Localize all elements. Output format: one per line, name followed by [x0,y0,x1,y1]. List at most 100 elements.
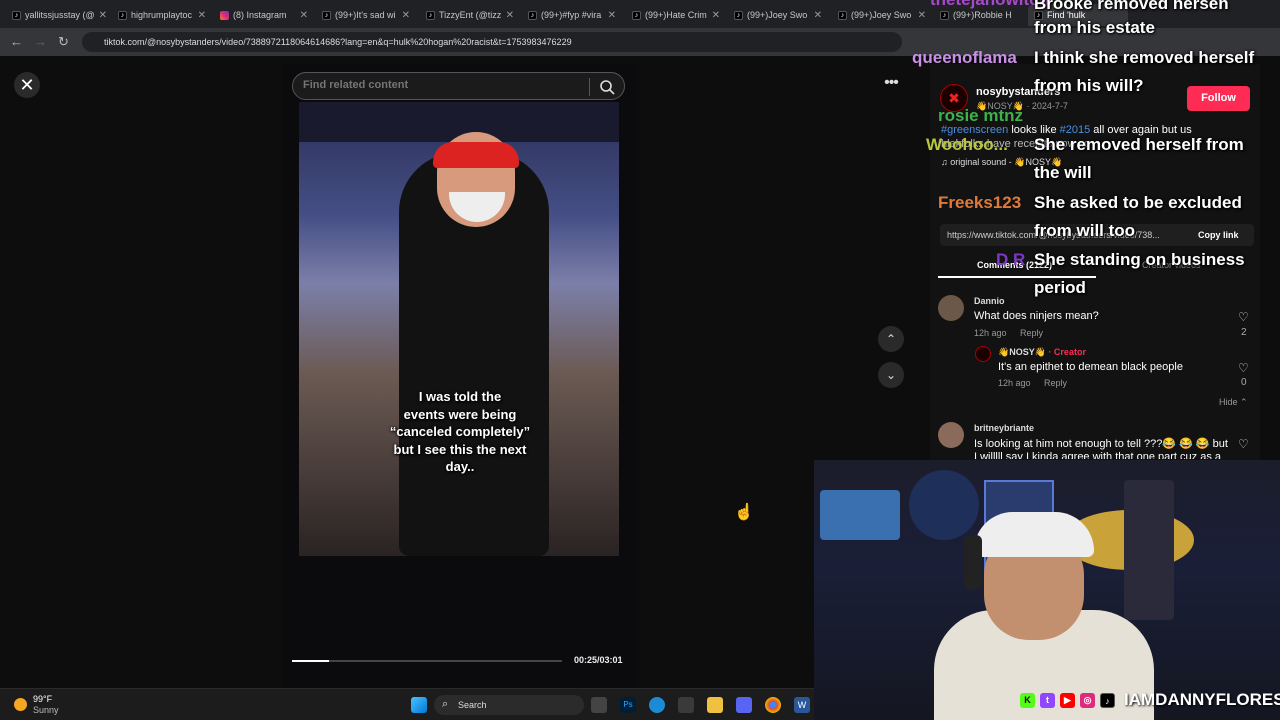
comment-username[interactable]: 👋NOSY👋 [998,347,1046,357]
close-tab-icon[interactable]: ✕ [506,10,514,21]
hide-replies-button[interactable]: Hide ⌃ [1219,397,1248,408]
browser-tab[interactable]: ♪ (99+)#fyp #vira ✕ [522,4,622,26]
wall-clock [909,470,979,540]
chat-message: She removed herself from [1034,135,1244,154]
close-tab-icon[interactable]: ✕ [402,10,410,21]
taskbar-search[interactable]: Search [434,695,584,715]
browser-tab[interactable]: ♪ highrumplaytoc ✕ [112,4,212,26]
chat-message: from his estate [1034,18,1155,37]
reply-button[interactable]: Reply [1044,378,1067,388]
weather-sun-icon[interactable] [14,698,27,711]
tab-label: (99+)Joey Swo [747,10,808,20]
kick-icon: K [1020,693,1035,708]
close-tab-icon[interactable]: ✕ [918,10,926,21]
close-tab-icon[interactable]: ✕ [712,10,720,21]
creator-badge: · Creator [1048,347,1086,357]
more-options-icon[interactable]: ••• [878,74,904,96]
instagram-icon: ◎ [1080,693,1095,708]
word-icon[interactable]: W [794,697,810,713]
tiktok-icon: ♪ [528,10,537,20]
video-progress-fill [292,660,330,662]
tiktok-icon: ♪ [734,10,743,20]
close-tab-icon[interactable]: ✕ [198,10,206,21]
tab-label: (99+)It's sad wi [335,10,396,20]
search-icon[interactable] [599,79,615,95]
windows-start-icon[interactable] [411,697,427,713]
browser-tab[interactable]: ♪ (99+)Joey Swo ✕ [832,4,932,26]
comment-time: 12h ago [974,328,1007,338]
close-video-button[interactable]: ✕ [14,72,40,98]
caption-line: but I see this the next [393,441,527,457]
tiktok-icon: ♪ [838,10,847,20]
comment-text: What does ninjers mean? [974,310,1099,322]
related-search-input[interactable] [303,79,583,91]
tab-label: highrumplaytoc [131,10,193,20]
video-bandana [433,142,519,168]
like-heart-icon[interactable]: ♡ [1238,310,1249,324]
avatar[interactable] [975,346,991,362]
like-heart-icon[interactable]: ♡ [1238,437,1249,451]
streamer-handle: IAMDANNYFLORES [1124,690,1280,709]
avatar[interactable] [938,422,964,448]
previous-video-button[interactable]: ⌃ [878,326,904,352]
close-tab-icon[interactable]: ✕ [608,10,616,21]
tab-label: yallitssjusstay (@ [25,10,95,20]
next-video-button[interactable]: ⌄ [878,362,904,388]
arcade-cabinet-right [1124,480,1174,620]
tiktok-icon: ♪ [632,10,641,20]
chrome-icon[interactable] [765,697,781,713]
wall-poster [820,490,900,540]
close-tab-icon[interactable]: ✕ [99,10,106,21]
windows-taskbar: 99°F Sunny Search ⌕ Ps W [0,688,814,720]
weather-desc[interactable]: Sunny [33,705,59,715]
weather-temp[interactable]: 99°F [33,694,52,704]
chat-message: I think she removed herself [1034,48,1255,67]
url-field[interactable]: tiktok.com/@nosybystanders/video/7388972… [82,32,902,52]
related-search-box[interactable] [292,72,625,100]
follow-button[interactable]: Follow [1187,86,1250,111]
caption-line: I was told the [418,389,502,404]
url-text: tiktok.com/@nosybystanders/video/7388972… [104,37,572,47]
comment-text: Is looking at him not enough to tell ???… [974,438,1228,450]
avatar[interactable] [938,295,964,321]
browser-tab[interactable]: ♪ yallitssjusstay (@ ✕ [6,4,106,26]
comment-username[interactable]: britneybriante [974,423,1034,433]
tiktok-icon: ♪ [12,10,21,20]
tiktok-icon: ♪ [322,10,331,20]
tab-label: (99+)Joey Swo [851,10,912,20]
photoshop-icon[interactable]: Ps [620,697,636,713]
reload-icon[interactable]: ↻ [58,34,69,50]
browser-tab[interactable]: ♪ (99+)Joey Swo ✕ [728,4,828,26]
tab-label: (99+)Hate Crim [645,10,707,20]
task-view-icon[interactable] [591,697,607,713]
video-progress-bar[interactable] [292,660,562,662]
tab-label: (8) Instagram [233,10,287,20]
comment-username[interactable]: Dannio [974,296,1005,306]
browser-tab[interactable]: ♪ (99+)Hate Crim ✕ [626,4,726,26]
like-heart-icon[interactable]: ♡ [1238,361,1249,375]
chat-username: Freeks123 [938,193,1022,212]
chat-message: from his will? [1034,76,1144,95]
chat-message: She standing on business [1034,250,1245,269]
edge-icon[interactable] [649,697,665,713]
instagram-icon [220,10,229,20]
file-explorer-icon[interactable] [707,697,723,713]
close-tab-icon[interactable]: ✕ [300,10,308,21]
discord-icon[interactable] [736,697,752,713]
reply-button[interactable]: Reply [1020,328,1043,338]
store-icon[interactable] [678,697,694,713]
forward-arrow-icon[interactable]: → [34,34,47,49]
browser-tab[interactable]: (8) Instagram ✕ [214,4,314,26]
caption-line: day.. [445,459,475,474]
video-frame[interactable] [299,102,619,556]
webcam-overlay [814,460,1280,720]
chat-message: period [1034,278,1086,297]
back-arrow-icon[interactable]: ← [10,34,23,49]
browser-tab[interactable]: ♪ (99+)It's sad wi ✕ [316,4,416,26]
browser-tab[interactable]: ♪ TizzyEnt (@tizz ✕ [420,4,520,26]
copy-link-button[interactable]: Copy link [1198,230,1239,240]
tab-label: (99+)#fyp #vira [541,10,602,20]
close-tab-icon[interactable]: ✕ [814,10,822,21]
tab-label: (99+)Robbie H [953,10,1012,20]
chat-username: queenoflama [912,48,1017,67]
